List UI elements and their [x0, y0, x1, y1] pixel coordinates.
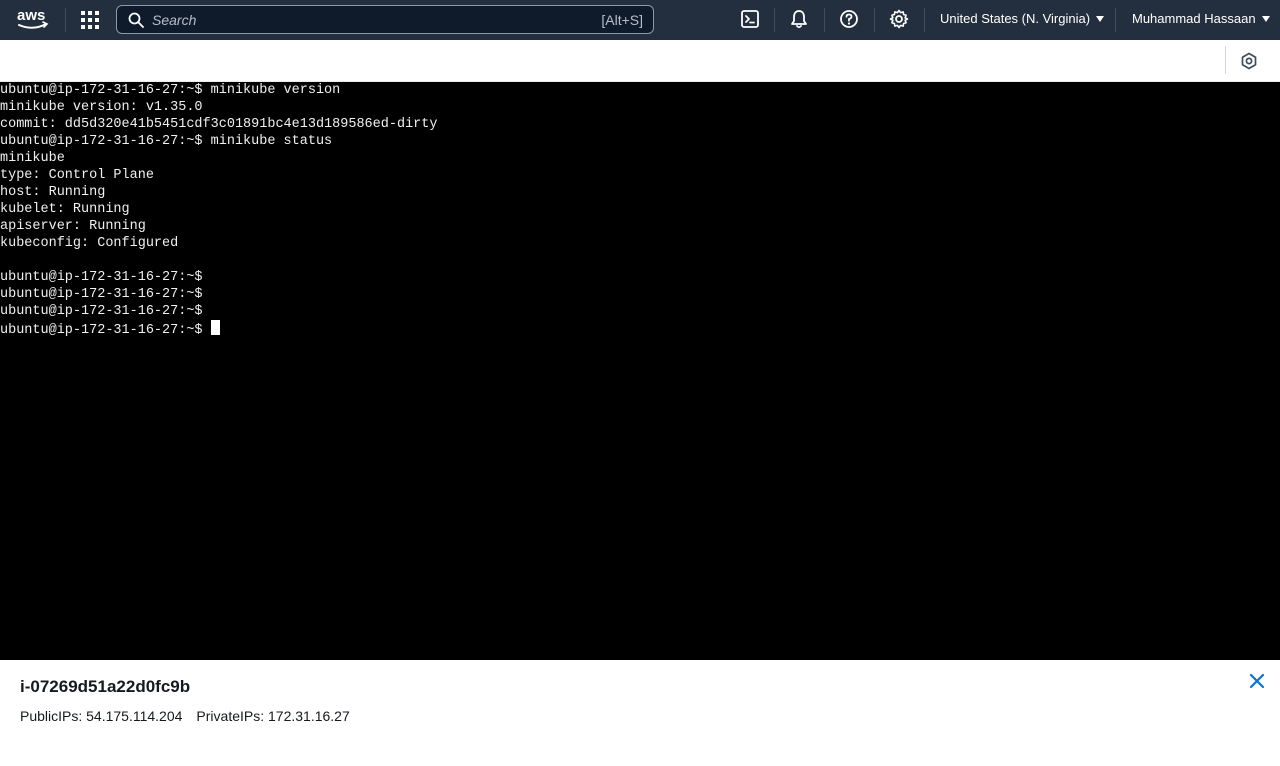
terminal-line: kubelet: Running — [0, 202, 130, 217]
terminal-prompt: ubuntu@ip-172-31-16-27:~$ — [0, 323, 211, 338]
terminal-line: type: Control Plane — [0, 168, 154, 183]
services-grid-icon[interactable] — [80, 10, 100, 30]
terminal-current-line: ubuntu@ip-172-31-16-27:~$ — [0, 320, 1280, 338]
terminal-session[interactable]: ubuntu@ip-172-31-16-27:~$ minikube versi… — [0, 82, 1280, 660]
nav-divider — [824, 8, 825, 32]
settings-gear-icon[interactable] — [889, 9, 909, 29]
search-input[interactable] — [152, 9, 592, 31]
terminal-line: host: Running — [0, 185, 106, 200]
terminal-output: ubuntu@ip-172-31-16-27:~$ minikube versi… — [0, 82, 1280, 320]
svg-text:aws: aws — [17, 7, 45, 24]
close-icon[interactable] — [1248, 672, 1266, 690]
chevron-down-icon — [1096, 15, 1105, 22]
top-navigation-bar: aws [Alt+S] — [0, 0, 1280, 40]
cloudshell-icon[interactable] — [740, 9, 760, 29]
terminal-line: ubuntu@ip-172-31-16-27:~$ — [0, 304, 203, 319]
chevron-down-icon — [1261, 15, 1270, 22]
terminal-cursor — [210, 320, 220, 335]
region-selector[interactable]: United States (N. Virginia) — [940, 11, 1105, 26]
terminal-line: minikube version: v1.35.0 — [0, 100, 203, 115]
instance-info-panel: i-07269d51a22d0fc9b PublicIPs: 54.175.11… — [0, 660, 1280, 766]
instance-ips: PublicIPs: 54.175.114.204 PrivateIPs: 17… — [20, 708, 350, 724]
search-icon — [128, 12, 144, 28]
terminal-line: ubuntu@ip-172-31-16-27:~$ minikube statu… — [0, 134, 333, 149]
instance-id: i-07269d51a22d0fc9b — [20, 677, 191, 696]
nav-divider — [924, 8, 925, 32]
public-ips: PublicIPs: 54.175.114.204 — [20, 708, 183, 724]
nav-divider — [774, 8, 775, 32]
nav-divider — [874, 8, 875, 32]
region-label: United States (N. Virginia) — [940, 11, 1091, 26]
terminal-line: apiserver: Running — [0, 219, 146, 234]
nav-divider — [65, 8, 66, 32]
terminal-line: ubuntu@ip-172-31-16-27:~$ minikube versi… — [0, 83, 341, 98]
toolbar-divider — [1225, 46, 1226, 74]
terminal-line: ubuntu@ip-172-31-16-27:~$ — [0, 270, 203, 285]
session-preferences-icon[interactable] — [1240, 52, 1258, 70]
terminal-line: ubuntu@ip-172-31-16-27:~$ — [0, 287, 203, 302]
private-ips: PrivateIPs: 172.31.16.27 — [196, 708, 350, 724]
account-menu[interactable]: Muhammad Hassaan — [1132, 11, 1270, 26]
terminal-line: kubeconfig: Configured — [0, 236, 179, 251]
search-box[interactable]: [Alt+S] — [116, 5, 654, 34]
aws-logo[interactable]: aws — [16, 6, 50, 32]
help-icon[interactable] — [839, 9, 859, 29]
terminal-line: minikube — [0, 151, 65, 166]
notifications-bell-icon[interactable] — [789, 9, 809, 29]
search-shortcut-hint: [Alt+S] — [601, 12, 643, 28]
session-toolbar — [0, 40, 1280, 82]
nav-divider — [1115, 8, 1116, 32]
terminal-line: commit: dd5d320e41b5451cdf3c01891bc4e13d… — [0, 117, 438, 132]
account-name: Muhammad Hassaan — [1132, 11, 1256, 26]
